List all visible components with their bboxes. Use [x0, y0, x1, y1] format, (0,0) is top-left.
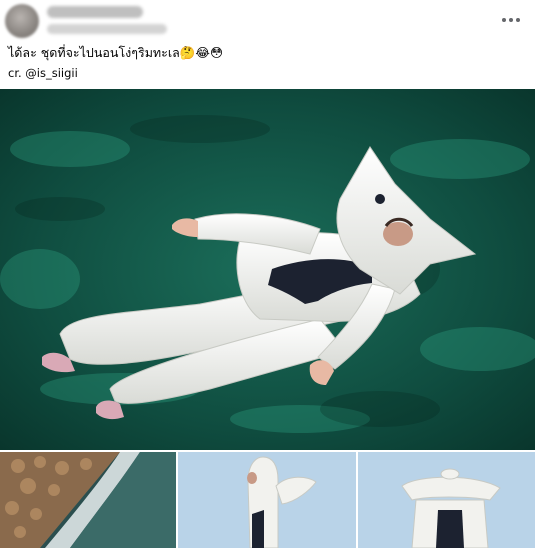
photo-thumbnail[interactable]: [178, 452, 356, 548]
more-dot: [509, 18, 513, 22]
suit-back-view-image: [358, 452, 535, 548]
facebook-post: ได้ละ ชุดที่จะไปนอนโง่ๆริมทะเล🤔😂😳 cr. @i…: [0, 0, 535, 548]
photo-thumbnail[interactable]: [0, 452, 176, 548]
more-options-button[interactable]: [499, 10, 523, 30]
photo-thumbnail[interactable]: [358, 452, 535, 548]
main-photo[interactable]: [0, 89, 535, 450]
post-meta[interactable]: [47, 24, 167, 34]
inflatable-suit-in-water-image: [0, 89, 535, 450]
post-header: [0, 0, 535, 40]
shoreline-image: [0, 452, 176, 548]
author-name[interactable]: [47, 6, 143, 18]
more-dot: [516, 18, 520, 22]
post-credit: cr. @is_siigii: [8, 66, 78, 80]
author-avatar[interactable]: [5, 4, 39, 38]
post-caption: ได้ละ ชุดที่จะไปนอนโง่ๆริมทะเล🤔😂😳: [8, 45, 224, 60]
suit-side-view-image: [178, 452, 356, 548]
more-horizontal-icon: [502, 18, 506, 22]
